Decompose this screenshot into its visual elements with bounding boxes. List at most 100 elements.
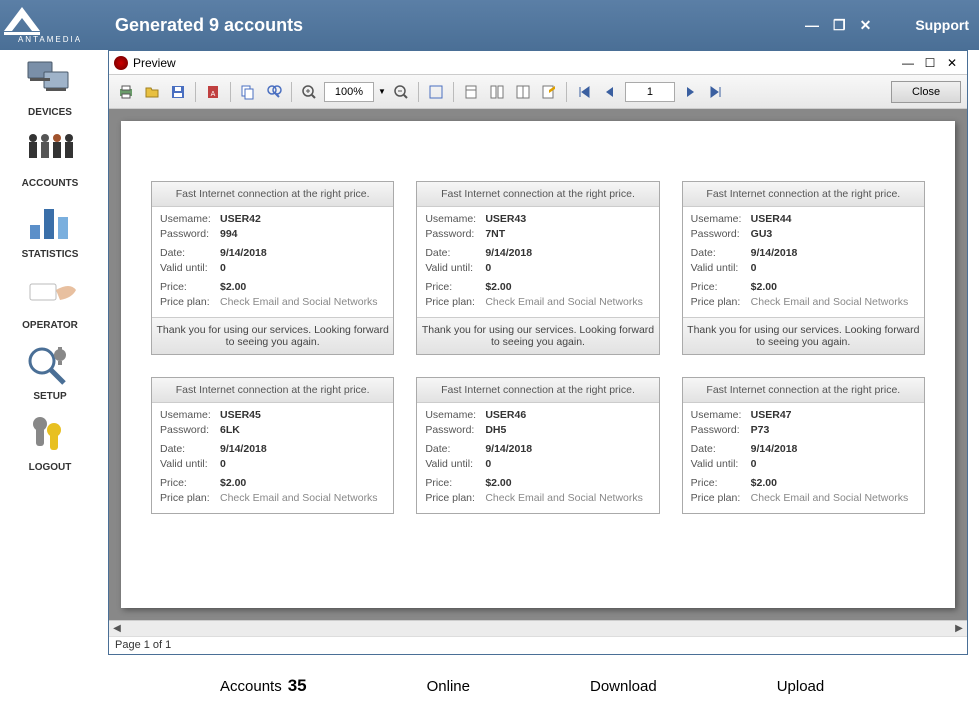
plan-value: Check Email and Social Networks bbox=[220, 296, 385, 308]
minimize-button[interactable]: — bbox=[805, 17, 819, 33]
username-label: Usemame: bbox=[160, 213, 220, 225]
accounts-count: 35 bbox=[288, 676, 307, 695]
find-icon[interactable] bbox=[263, 81, 285, 103]
maximize-button[interactable]: ❐ bbox=[833, 17, 846, 34]
pdf-icon[interactable]: A bbox=[202, 81, 224, 103]
password-label: Password: bbox=[160, 424, 220, 436]
statistics-icon bbox=[20, 197, 80, 247]
online-label: Online bbox=[427, 678, 470, 695]
account-card: Fast Internet connection at the right pr… bbox=[416, 377, 659, 514]
price-value: $2.00 bbox=[485, 281, 650, 293]
app-title: Generated 9 accounts bbox=[115, 15, 303, 36]
card-header: Fast Internet connection at the right pr… bbox=[683, 182, 924, 207]
password-label: Password: bbox=[425, 424, 485, 436]
operator-icon bbox=[20, 268, 80, 318]
sidebar-label: OPERATOR bbox=[5, 320, 95, 331]
zoom-in-icon[interactable] bbox=[298, 81, 320, 103]
preview-close-button[interactable]: ✕ bbox=[942, 54, 962, 72]
username-value: USER44 bbox=[751, 213, 916, 225]
valid-label: Valid until: bbox=[160, 458, 220, 470]
sidebar-label: STATISTICS bbox=[5, 249, 95, 260]
toolbar-close-button[interactable]: Close bbox=[891, 81, 961, 103]
password-value: 6LK bbox=[220, 424, 385, 436]
date-value: 9/14/2018 bbox=[485, 247, 650, 259]
valid-value: 0 bbox=[485, 262, 650, 274]
price-value: $2.00 bbox=[220, 281, 385, 293]
username-value: USER47 bbox=[751, 409, 916, 421]
plan-value: Check Email and Social Networks bbox=[485, 296, 650, 308]
password-value: GU3 bbox=[751, 228, 916, 240]
sidebar-item-operator[interactable]: OPERATOR bbox=[5, 268, 95, 331]
date-label: Date: bbox=[425, 247, 485, 259]
sidebar: DEVICES ACCOUNTS STATISTICS OPERATOR SET… bbox=[0, 50, 100, 701]
username-label: Usemame: bbox=[691, 213, 751, 225]
app-logo: ANTAMEDIA bbox=[0, 7, 100, 44]
horizontal-scrollbar[interactable]: ◀ ▶ bbox=[109, 620, 967, 636]
support-link[interactable]: Support bbox=[915, 17, 969, 33]
valid-value: 0 bbox=[485, 458, 650, 470]
open-icon[interactable] bbox=[141, 81, 163, 103]
price-value: $2.00 bbox=[751, 281, 916, 293]
date-value: 9/14/2018 bbox=[751, 247, 916, 259]
account-card: Fast Internet connection at the right pr… bbox=[416, 181, 659, 355]
plan-label: Price plan: bbox=[425, 296, 485, 308]
accounts-icon bbox=[20, 126, 80, 176]
price-label: Price: bbox=[691, 477, 751, 489]
plan-value: Check Email and Social Networks bbox=[751, 296, 916, 308]
preview-minimize-button[interactable]: — bbox=[898, 54, 918, 72]
preview-toolbar: A ▼ bbox=[109, 75, 967, 109]
account-card: Fast Internet connection at the right pr… bbox=[682, 377, 925, 514]
sidebar-label: DEVICES bbox=[5, 107, 95, 118]
plan-label: Price plan: bbox=[160, 492, 220, 504]
sidebar-item-accounts[interactable]: ACCOUNTS bbox=[5, 126, 95, 189]
page-input[interactable] bbox=[625, 82, 675, 102]
sidebar-item-devices[interactable]: DEVICES bbox=[5, 55, 95, 118]
last-page-icon[interactable] bbox=[705, 81, 727, 103]
username-value: USER42 bbox=[220, 213, 385, 225]
card-header: Fast Internet connection at the right pr… bbox=[152, 182, 393, 207]
plan-value: Check Email and Social Networks bbox=[751, 492, 916, 504]
next-page-icon[interactable] bbox=[679, 81, 701, 103]
scroll-left-icon[interactable]: ◀ bbox=[109, 623, 125, 634]
price-label: Price: bbox=[425, 281, 485, 293]
account-card: Fast Internet connection at the right pr… bbox=[682, 181, 925, 355]
scroll-right-icon[interactable]: ▶ bbox=[951, 623, 967, 634]
devices-icon bbox=[20, 55, 80, 105]
card-footer: Thank you for using our services. Lookin… bbox=[417, 317, 658, 354]
date-label: Date: bbox=[691, 247, 751, 259]
sidebar-item-statistics[interactable]: STATISTICS bbox=[5, 197, 95, 260]
username-label: Usemame: bbox=[160, 409, 220, 421]
print-icon[interactable] bbox=[115, 81, 137, 103]
page-layout-2-icon[interactable] bbox=[486, 81, 508, 103]
sidebar-item-setup[interactable]: SETUP bbox=[5, 339, 95, 402]
edit-icon[interactable] bbox=[538, 81, 560, 103]
valid-label: Valid until: bbox=[160, 262, 220, 274]
sidebar-item-logout[interactable]: LOGOUT bbox=[5, 410, 95, 473]
first-page-icon[interactable] bbox=[573, 81, 595, 103]
zoom-out-icon[interactable] bbox=[390, 81, 412, 103]
valid-label: Valid until: bbox=[691, 262, 751, 274]
prev-page-icon[interactable] bbox=[599, 81, 621, 103]
preview-titlebar: Preview — ☐ ✕ bbox=[109, 51, 967, 75]
close-button[interactable]: ✕ bbox=[860, 17, 872, 34]
page-layout-3-icon[interactable] bbox=[512, 81, 534, 103]
plan-label: Price plan: bbox=[160, 296, 220, 308]
password-value: 7NT bbox=[485, 228, 650, 240]
download-label: Download bbox=[590, 678, 657, 695]
save-icon[interactable] bbox=[167, 81, 189, 103]
price-label: Price: bbox=[160, 281, 220, 293]
svg-text:A: A bbox=[211, 91, 216, 98]
fullscreen-icon[interactable] bbox=[425, 81, 447, 103]
plan-label: Price plan: bbox=[691, 492, 751, 504]
copy-icon[interactable] bbox=[237, 81, 259, 103]
date-label: Date: bbox=[691, 443, 751, 455]
date-label: Date: bbox=[160, 443, 220, 455]
card-header: Fast Internet connection at the right pr… bbox=[417, 378, 658, 403]
preview-maximize-button[interactable]: ☐ bbox=[920, 54, 940, 72]
card-footer: Thank you for using our services. Lookin… bbox=[683, 317, 924, 354]
password-value: 994 bbox=[220, 228, 385, 240]
zoom-input[interactable] bbox=[324, 82, 374, 102]
zoom-dropdown-icon[interactable]: ▼ bbox=[378, 87, 386, 96]
price-value: $2.00 bbox=[485, 477, 650, 489]
page-layout-1-icon[interactable] bbox=[460, 81, 482, 103]
